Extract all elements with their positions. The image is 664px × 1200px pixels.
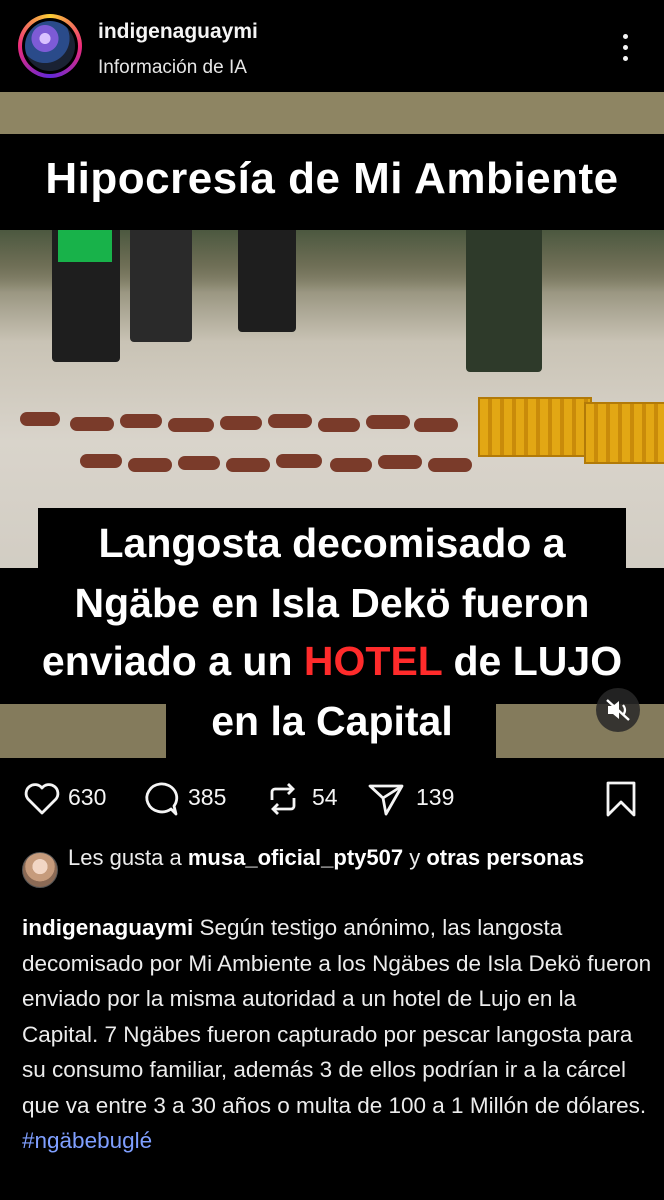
media-caption-line-4: en la Capital	[211, 698, 453, 744]
avatar[interactable]	[18, 14, 82, 78]
comment-icon[interactable]	[140, 780, 180, 816]
likes-others[interactable]: otras personas	[426, 845, 584, 870]
post-header: indigenaguaymi Información de IA	[0, 0, 664, 92]
share-count[interactable]: 139	[416, 784, 454, 811]
media-title: Hipocresía de Mi Ambiente	[45, 154, 619, 203]
share-icon[interactable]	[366, 780, 406, 816]
liker-avatar[interactable]	[22, 852, 58, 888]
repost-icon[interactable]	[264, 780, 302, 816]
caption-text: Según testigo anónimo, las langosta deco…	[22, 915, 652, 1118]
post-username[interactable]: indigenaguaymi	[98, 20, 258, 44]
likes-summary[interactable]: Les gusta a musa_oficial_pty507 y otras …	[68, 842, 638, 874]
volume-off-icon[interactable]	[596, 688, 640, 732]
action-bar: 630 385 54 139	[0, 766, 664, 830]
post-caption: indigenaguaymi Según testigo anónimo, la…	[22, 910, 652, 1159]
repost-count[interactable]: 54	[312, 784, 338, 811]
more-options-icon[interactable]	[608, 28, 642, 68]
media-title-box: Hipocresía de Mi Ambiente	[0, 134, 664, 230]
ai-info-label[interactable]: Información de IA	[98, 57, 247, 79]
like-count[interactable]: 630	[68, 784, 106, 811]
caption-username[interactable]: indigenaguaymi	[22, 915, 193, 940]
caption-hashtag[interactable]: #ngäbebuglé	[22, 1128, 152, 1153]
bookmark-icon[interactable]	[604, 780, 638, 817]
liker-username[interactable]: musa_oficial_pty507	[188, 845, 403, 870]
media-caption-line-3: enviado a un HOTEL de LUJO	[41, 638, 623, 684]
media-caption-line-2: Ngäbe en Isla Dekö fueron	[74, 580, 590, 626]
avatar-image	[25, 21, 75, 71]
like-icon[interactable]	[22, 780, 62, 816]
media-caption-line-1: Langosta decomisado a	[98, 520, 566, 566]
hotel-highlight: HOTEL	[303, 638, 443, 684]
post-media[interactable]: Hipocresía de Mi Ambiente Langosta decom…	[0, 92, 664, 758]
media-top-band	[0, 92, 664, 134]
comment-count[interactable]: 385	[188, 784, 226, 811]
